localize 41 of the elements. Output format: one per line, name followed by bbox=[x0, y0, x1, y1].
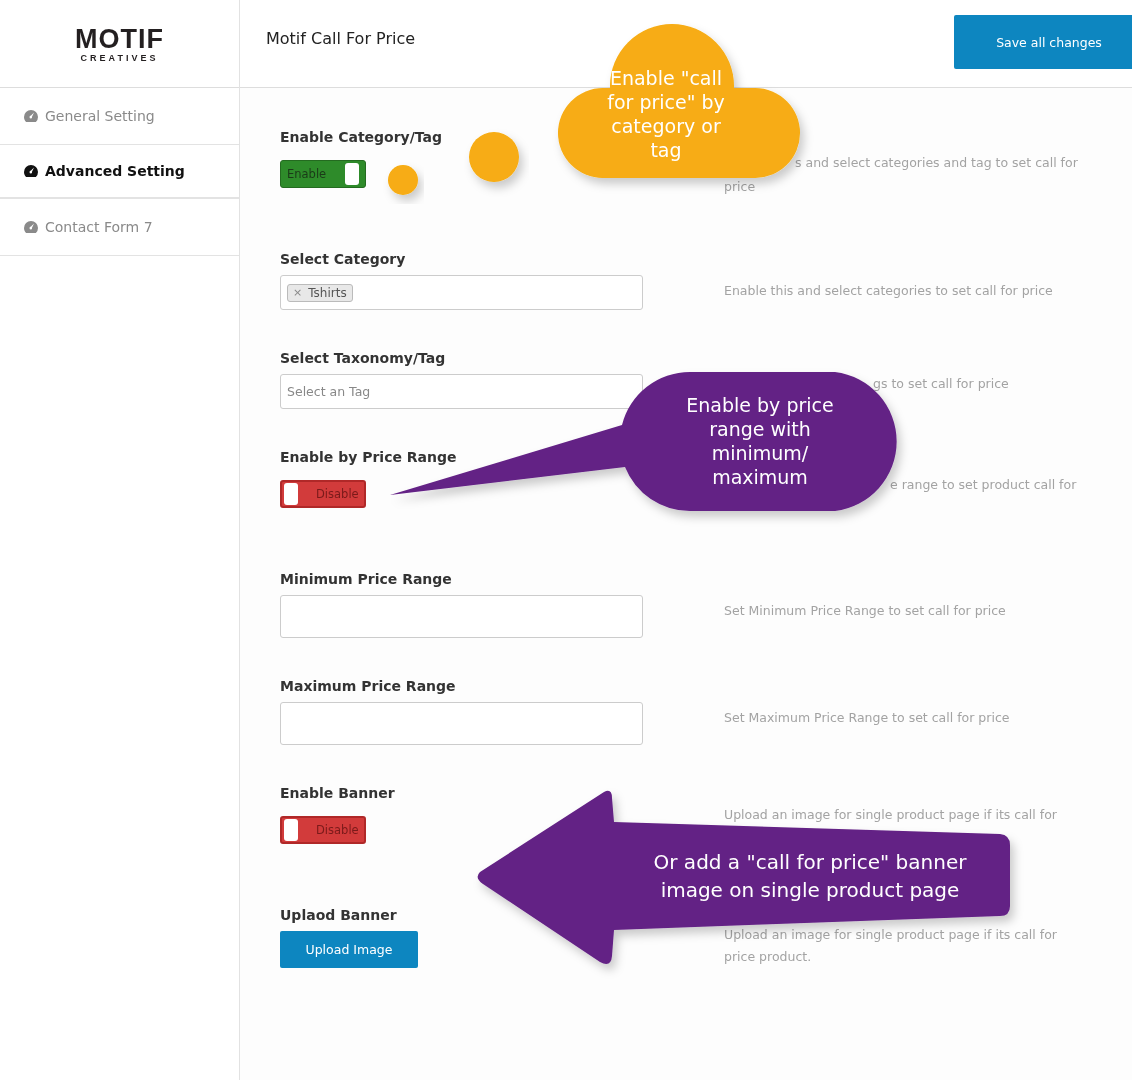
help-text: Enable this and select categories to set call for price bbox=[724, 282, 1054, 300]
callout-text: Enable by price range with minimum/ maximum bbox=[685, 393, 835, 489]
upload-button[interactable]: Upload Image bbox=[280, 931, 418, 968]
input-field[interactable] bbox=[280, 702, 643, 745]
logo-wordmark: MOTIF bbox=[75, 24, 164, 53]
sidebar-item[interactable]: General Setting bbox=[0, 88, 239, 145]
help-text: Set Minimum Price Range to set call for price bbox=[724, 602, 1007, 620]
help-text: s and select categories and tag to set call for bbox=[795, 154, 1078, 172]
help-text: Upload an image for single product page if its call for price product. bbox=[724, 926, 1058, 966]
callout-text: Or add a "call for price" banner image on single product page bbox=[652, 849, 968, 904]
select-field[interactable]: Select an Tag bbox=[280, 374, 643, 409]
page-title: Motif Call For Price bbox=[266, 29, 416, 48]
select-field[interactable]: × Tshirts bbox=[280, 275, 643, 310]
toggle-switch[interactable]: Enable bbox=[280, 160, 366, 188]
field-label: Select Category bbox=[280, 250, 407, 268]
help-text: gs to set call for price bbox=[873, 375, 1009, 393]
input-field[interactable] bbox=[280, 595, 643, 638]
selected-tag[interactable]: × Tshirts bbox=[287, 283, 353, 302]
gauge-icon bbox=[23, 109, 39, 123]
gauge-icon bbox=[23, 164, 39, 178]
bubble-dot bbox=[469, 132, 519, 182]
field-label: Select Taxonomy/Tag bbox=[280, 349, 447, 367]
field-label: Enable by Price Range bbox=[280, 448, 458, 466]
logo-tagline: CREATIVES bbox=[80, 52, 159, 63]
help-text: Upload an image for single product page if its call for bbox=[724, 806, 1057, 824]
remove-icon[interactable]: × bbox=[293, 286, 303, 299]
field-label: Minimum Price Range bbox=[280, 570, 453, 588]
callout-text: Enable "call for price" by category or tag bbox=[606, 66, 726, 162]
help-text: e range to set product call for bbox=[890, 476, 1077, 494]
field-label: Enable Banner bbox=[280, 784, 396, 802]
sidebar-item[interactable]: Contact Form 7 bbox=[0, 199, 239, 256]
help-text: price bbox=[724, 178, 756, 196]
save-button[interactable]: Save all changes bbox=[954, 15, 1132, 69]
toggle-switch[interactable]: Disable bbox=[280, 816, 366, 844]
field-label: Uplaod Banner bbox=[280, 906, 398, 924]
gauge-icon bbox=[23, 220, 39, 234]
help-text: Set Maximum Price Range to set call for price bbox=[724, 709, 1011, 727]
toggle-switch[interactable]: Disable bbox=[280, 480, 366, 508]
bubble-dot bbox=[388, 165, 418, 195]
field-label: Maximum Price Range bbox=[280, 677, 457, 695]
sidebar-item[interactable]: Advanced Setting bbox=[0, 145, 239, 199]
